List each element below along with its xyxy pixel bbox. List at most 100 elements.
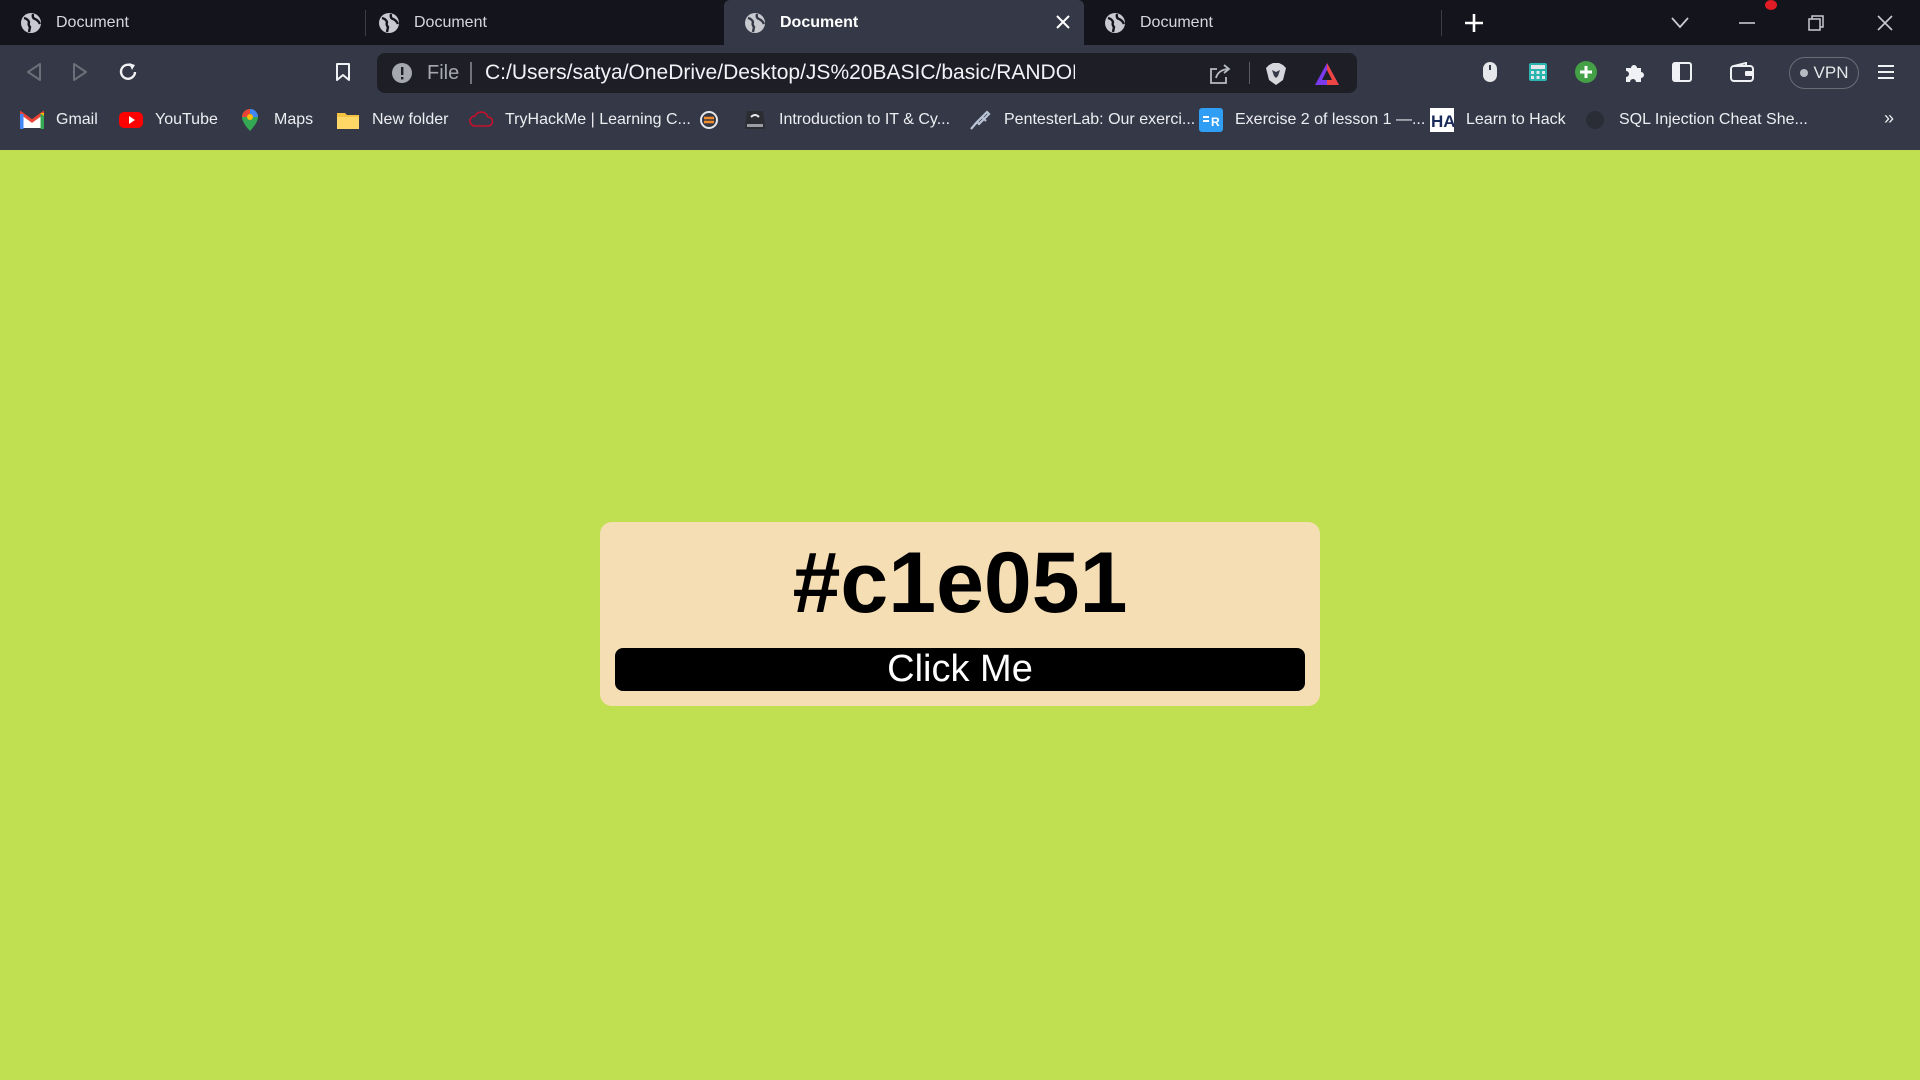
bookmark-label: TryHackMe | Learning C... (505, 111, 691, 128)
main-menu-button[interactable] (1868, 54, 1904, 90)
exercise-icon: R (1199, 108, 1223, 132)
color-card: #c1e051 Click Me (600, 522, 1320, 706)
globe-icon (20, 12, 42, 34)
pentesterlab-icon (968, 108, 992, 132)
tab-2-title: Document (414, 13, 487, 31)
bookmark-label: New folder (372, 111, 449, 128)
hackademy-icon: HA (1430, 108, 1454, 132)
url-vertical-separator (1249, 62, 1250, 84)
bookmarks-bar: Gmail YouTube Maps New folder TryHackMe … (0, 100, 1920, 150)
globe-icon (744, 12, 766, 34)
address-bar[interactable]: File C:/Users/satya/OneDrive/Desktop/JS%… (377, 53, 1357, 93)
restore-button[interactable] (1799, 6, 1833, 40)
forward-button[interactable] (62, 54, 98, 90)
page-viewport: #c1e051 Click Me (0, 150, 1920, 1080)
bookmark-button[interactable] (325, 54, 361, 90)
bookmark-pentesterlab[interactable]: PentesterLab: Our exerci... (968, 100, 1195, 140)
color-code-heading: #c1e051 (792, 535, 1128, 631)
bookmark-maps[interactable]: Maps (238, 100, 313, 140)
tab-1-title: Document (56, 13, 129, 31)
bookmark-label: Gmail (56, 111, 98, 128)
minimize-icon (1739, 22, 1755, 24)
tab-4-title: Document (1140, 13, 1213, 31)
tab-2[interactable]: Document (358, 0, 723, 45)
bookmark-learn-to-hack[interactable]: HA Learn to Hack (1430, 100, 1566, 140)
bookmarks-overflow-icon[interactable]: » (1884, 108, 1894, 129)
bookmark-label: Maps (274, 111, 314, 128)
puzzle-icon (1626, 65, 1644, 82)
reload-icon (119, 63, 137, 80)
bookmark-new-folder[interactable]: New folder (336, 100, 448, 140)
tab-1[interactable]: Document (0, 0, 365, 45)
cybrary-icon (743, 108, 767, 132)
bookmark-unnamed[interactable] (697, 100, 733, 140)
bookmark-introduction-it[interactable]: Introduction to IT & Cy... (743, 100, 950, 140)
bookmark-label: YouTube (155, 111, 218, 128)
maps-icon (238, 108, 262, 132)
bookmark-label: Introduction to IT & Cy... (779, 111, 951, 128)
tab-strip: Document Document Document Document (0, 0, 1920, 45)
bookmark-label: Learn to Hack (1466, 111, 1566, 128)
sidebar-icon (1672, 62, 1692, 82)
brave-rewards-icon[interactable] (1314, 61, 1340, 87)
folder-icon (336, 108, 360, 132)
brave-shields-icon[interactable] (1263, 61, 1289, 87)
bookmark-youtube[interactable]: YouTube (119, 100, 218, 140)
tab-search-button[interactable] (1663, 6, 1697, 40)
back-arrow-icon (27, 63, 41, 81)
browser-toolbar: File C:/Users/satya/OneDrive/Desktop/JS%… (0, 45, 1920, 100)
site-info-icon[interactable] (391, 62, 413, 84)
bookmark-gmail[interactable]: Gmail (20, 100, 98, 140)
bookmark-label: SQL Injection Cheat She... (1619, 111, 1808, 128)
minimize-button[interactable] (1730, 6, 1764, 40)
chevron-down-icon (1671, 17, 1689, 29)
url-divider (470, 62, 472, 84)
close-window-button[interactable] (1868, 6, 1902, 40)
hamburger-menu-icon (1878, 65, 1894, 79)
vpn-button[interactable]: VPN (1789, 57, 1859, 89)
extension-mouse-button[interactable] (1472, 54, 1508, 90)
extension-add-button[interactable] (1568, 54, 1604, 90)
youtube-icon (119, 108, 143, 132)
bookmark-label: PentesterLab: Our exerci... (1004, 111, 1196, 128)
tab-4[interactable]: Document (1084, 0, 1442, 45)
svg-text:HA: HA (1431, 112, 1454, 131)
forward-arrow-icon (73, 63, 87, 81)
notification-dot (1765, 0, 1777, 10)
vpn-label: VPN (1813, 63, 1849, 82)
bookmark-tryhackme[interactable]: TryHackMe | Learning C... (469, 100, 691, 140)
calculator-icon (1529, 63, 1547, 81)
restore-icon (1808, 15, 1824, 31)
plus-icon (1465, 14, 1483, 32)
sql-injection-icon (1583, 108, 1607, 132)
extensions-button[interactable] (1616, 54, 1652, 90)
share-icon[interactable] (1207, 61, 1233, 87)
reload-button[interactable] (110, 54, 146, 90)
bookmark-exercise[interactable]: R Exercise 2 of lesson 1 —... (1199, 100, 1425, 140)
wallet-button[interactable] (1724, 54, 1760, 90)
svg-text:R: R (1211, 115, 1220, 129)
sidebar-button[interactable] (1664, 54, 1700, 90)
back-button[interactable] (16, 54, 52, 90)
bookmark-sql-injection[interactable]: SQL Injection Cheat She... (1583, 100, 1808, 140)
close-tab-icon[interactable] (1052, 11, 1074, 33)
tab-3-title: Document (780, 13, 859, 31)
tryhackme-icon (469, 108, 493, 132)
gmail-icon (20, 108, 44, 132)
extension-calculator-button[interactable] (1520, 54, 1556, 90)
new-tab-button[interactable] (1457, 6, 1491, 40)
bookmark-logo-icon (697, 108, 721, 132)
vpn-status-dot (1799, 69, 1808, 77)
bookmark-label: Exercise 2 of lesson 1 —... (1235, 111, 1426, 128)
bookmark-icon (336, 63, 350, 81)
click-me-button[interactable]: Click Me (615, 648, 1305, 691)
mouse-icon (1483, 62, 1497, 82)
globe-icon (1104, 12, 1126, 34)
green-plus-icon (1575, 61, 1597, 83)
tab-separator (1441, 10, 1442, 36)
close-icon (1877, 15, 1893, 31)
globe-icon (378, 12, 400, 34)
url-text[interactable]: C:/Users/satya/OneDrive/Desktop/JS%20BAS… (485, 53, 1075, 93)
url-scheme-label: File (427, 62, 460, 84)
tab-3-active[interactable]: Document (724, 0, 1084, 45)
